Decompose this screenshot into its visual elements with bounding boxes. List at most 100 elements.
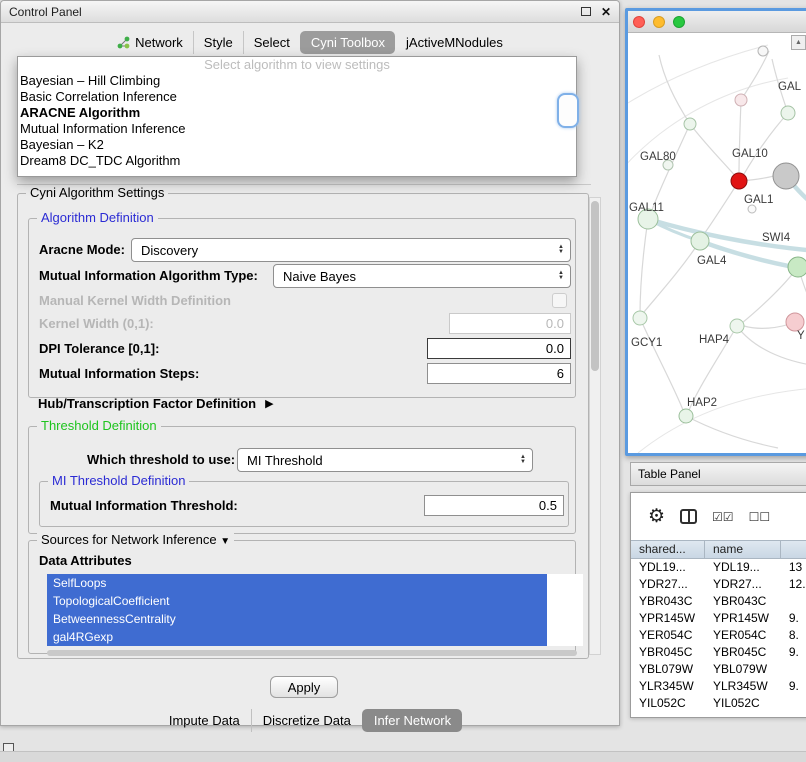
network-node[interactable] xyxy=(773,163,799,189)
tab-style[interactable]: Style xyxy=(193,31,243,54)
table-cell[interactable]: YDR27... xyxy=(631,576,705,593)
column-header[interactable]: shared... xyxy=(631,541,705,558)
table-cell[interactable]: YBR045C xyxy=(705,644,781,661)
network-canvas[interactable]: GAL80 GAL10 GAL11 GAL1 SWI4 GAL4 GCY1 HA… xyxy=(628,33,806,453)
popup-prompt: Select algorithm to view settings xyxy=(18,57,576,73)
tab-select[interactable]: Select xyxy=(243,31,300,54)
aracne-mode-combobox[interactable]: Discovery ▲▼ xyxy=(131,238,571,262)
network-node[interactable] xyxy=(684,118,696,130)
table-row[interactable]: YBL079W YBL079W xyxy=(631,661,806,678)
attribute-list-item[interactable]: BetweennessCentrality xyxy=(47,610,547,628)
mi-threshold-field[interactable]: 0.5 xyxy=(424,495,564,516)
gear-icon[interactable]: ⚙ xyxy=(648,507,665,526)
attribute-list-item[interactable]: TopologicalCoefficient xyxy=(47,592,547,610)
table-cell[interactable] xyxy=(781,661,806,678)
manual-kernel-checkbox[interactable] xyxy=(552,293,567,308)
table-cell[interactable] xyxy=(781,695,806,712)
table-row[interactable]: YDL19... YDL19... 13 xyxy=(631,559,806,576)
table-cell[interactable]: YDL19... xyxy=(631,559,705,576)
table-cell[interactable]: YBR045C xyxy=(631,644,705,661)
popup-item[interactable]: Bayesian – K2 xyxy=(18,137,576,153)
popup-item[interactable]: Bayesian – Hill Climbing xyxy=(18,73,576,89)
table-cell[interactable]: YER054C xyxy=(705,627,781,644)
network-node[interactable] xyxy=(786,313,804,331)
float-window-icon[interactable] xyxy=(581,7,591,16)
column-header[interactable]: name xyxy=(705,541,781,558)
table-row[interactable]: YDR27... YDR27... 12. xyxy=(631,576,806,593)
network-node[interactable] xyxy=(748,205,756,213)
table-row[interactable]: YBR045C YBR045C 9. xyxy=(631,644,806,661)
network-node[interactable] xyxy=(735,94,747,106)
table-cell[interactable]: YBL079W xyxy=(705,661,781,678)
table-cell[interactable]: YIL052C xyxy=(705,695,781,712)
mi-steps-field[interactable]: 6 xyxy=(427,363,571,384)
minimize-traffic-light[interactable] xyxy=(653,16,665,28)
network-node[interactable] xyxy=(691,232,709,250)
network-edge-weighted xyxy=(648,176,806,271)
table-cell[interactable]: YLR345W xyxy=(705,678,781,695)
table-cell[interactable]: YLR345W xyxy=(631,678,705,695)
table-cell[interactable]: YBR043C xyxy=(631,593,705,610)
table-row[interactable]: YER054C YER054C 8. xyxy=(631,627,806,644)
which-threshold-combobox[interactable]: MI Threshold ▲▼ xyxy=(237,448,533,472)
tab-infer-network[interactable]: Infer Network xyxy=(362,709,462,732)
popup-item[interactable]: Mutual Information Inference xyxy=(18,121,576,137)
column-header[interactable] xyxy=(781,541,806,558)
table-cell[interactable]: 9. xyxy=(781,678,806,695)
attribute-list-item[interactable]: gal4RGexp xyxy=(47,628,547,646)
settings-vscrollbar-thumb[interactable] xyxy=(591,201,599,371)
attribute-list-hscrollbar[interactable] xyxy=(47,650,577,656)
table-cell[interactable]: 9. xyxy=(781,644,806,661)
network-node[interactable] xyxy=(781,106,795,120)
network-node[interactable] xyxy=(633,311,647,325)
network-node[interactable] xyxy=(758,46,768,56)
table-cell[interactable]: YBR043C xyxy=(705,593,781,610)
mi-type-combobox[interactable]: Naive Bayes ▲▼ xyxy=(273,264,571,288)
close-icon[interactable]: ✕ xyxy=(601,5,611,19)
threshold-definition-title: Threshold Definition xyxy=(37,418,161,433)
table-cell[interactable]: 13 xyxy=(781,559,806,576)
tab-network[interactable]: Network xyxy=(107,31,193,54)
settings-vscrollbar[interactable] xyxy=(589,197,601,655)
zoom-traffic-light[interactable] xyxy=(673,16,685,28)
focused-combobox-fragment[interactable] xyxy=(557,93,579,128)
tab-jactivemnodules[interactable]: jActiveMNodules xyxy=(395,31,513,54)
network-node[interactable] xyxy=(730,319,744,333)
tab-cyni-toolbox[interactable]: Cyni Toolbox xyxy=(300,31,395,54)
hub-section-toggle[interactable]: Hub/Transcription Factor Definition ▶ xyxy=(38,396,274,411)
scrollbar-up-button[interactable]: ▲ xyxy=(791,35,806,50)
table-cell[interactable]: YPR145W xyxy=(705,610,781,627)
network-view-window: GAL80 GAL10 GAL11 GAL1 SWI4 GAL4 GCY1 HA… xyxy=(625,8,806,456)
network-node-highlighted[interactable] xyxy=(731,173,747,189)
table-cell[interactable] xyxy=(781,593,806,610)
kernel-width-field[interactable]: 0.0 xyxy=(449,313,571,334)
popup-item[interactable]: Dream8 DC_TDC Algorithm xyxy=(18,153,576,169)
table-cell[interactable]: YBL079W xyxy=(631,661,705,678)
columns-icon[interactable] xyxy=(680,509,697,524)
table-row[interactable]: YBR043C YBR043C xyxy=(631,593,806,610)
network-node[interactable] xyxy=(788,257,806,277)
table-cell[interactable]: YDL19... xyxy=(705,559,781,576)
table-cell[interactable]: YDR27... xyxy=(705,576,781,593)
table-cell[interactable]: 8. xyxy=(781,627,806,644)
tab-discretize-data[interactable]: Discretize Data xyxy=(251,709,362,732)
table-cell[interactable]: 9. xyxy=(781,610,806,627)
table-cell[interactable]: YIL052C xyxy=(631,695,705,712)
table-row[interactable]: YLR345W YLR345W 9. xyxy=(631,678,806,695)
table-cell[interactable]: YER054C xyxy=(631,627,705,644)
attribute-list-item[interactable]: SelfLoops xyxy=(47,574,547,592)
table-cell[interactable]: YPR145W xyxy=(631,610,705,627)
table-row[interactable]: YIL052C YIL052C xyxy=(631,695,806,712)
popup-item[interactable]: Basic Correlation Inference xyxy=(18,89,576,105)
apply-button[interactable]: Apply xyxy=(270,676,338,698)
table-row[interactable]: YPR145W YPR145W 9. xyxy=(631,610,806,627)
popup-item-highlighted[interactable]: ARACNE Algorithm xyxy=(18,105,576,121)
dpi-tolerance-field[interactable]: 0.0 xyxy=(427,338,571,359)
select-all-checkboxes-icon[interactable]: ☑☑ xyxy=(712,510,734,524)
tab-impute-data[interactable]: Impute Data xyxy=(158,709,251,732)
close-traffic-light[interactable] xyxy=(633,16,645,28)
sources-group-toggle[interactable]: Sources for Network Inference ▼ xyxy=(37,532,234,549)
deselect-all-checkboxes-icon[interactable]: ☐☐ xyxy=(749,510,771,524)
network-node[interactable] xyxy=(679,409,693,423)
table-cell[interactable]: 12. xyxy=(781,576,806,593)
